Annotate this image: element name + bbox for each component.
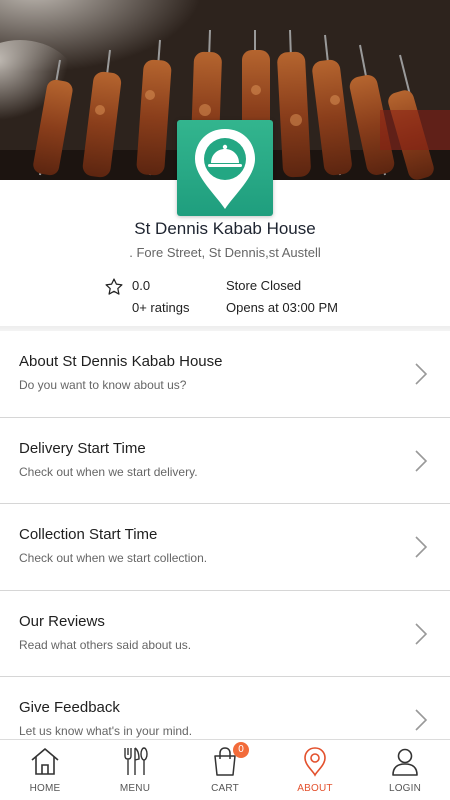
chevron-right-icon bbox=[415, 622, 428, 645]
location-pin-icon bbox=[304, 747, 326, 777]
menu-item-delivery-start-time[interactable]: Delivery Start Time Check out when we st… bbox=[0, 417, 450, 504]
rating-value: 0.0 bbox=[132, 278, 151, 293]
cloche-icon bbox=[195, 129, 255, 209]
chevron-right-icon bbox=[415, 536, 428, 558]
menu-item-title: About St Dennis Kabab House bbox=[19, 353, 223, 370]
bottom-tab-bar: HOME MENU 0 CART ABOUT LOGIN bbox=[0, 739, 450, 800]
cart-count-badge: 0 bbox=[233, 742, 249, 758]
menu-item-subtitle: Do you want to know about us? bbox=[19, 378, 187, 392]
menu-item-our-reviews[interactable]: Our Reviews Read what others said about … bbox=[0, 590, 450, 677]
tab-login-label: LOGIN bbox=[388, 783, 422, 794]
tab-home-label: HOME bbox=[29, 783, 61, 794]
chevron-right-icon bbox=[415, 363, 428, 385]
menu-item-collection-start-time[interactable]: Collection Start Time Check out when we … bbox=[0, 504, 450, 591]
tab-home[interactable]: HOME bbox=[0, 740, 90, 800]
restaurant-logo bbox=[177, 120, 273, 216]
store-opening-time: Opens at 03:00 PM bbox=[226, 300, 339, 315]
menu-item-title: Give Feedback bbox=[19, 699, 120, 716]
tab-about-label: ABOUT bbox=[297, 783, 333, 794]
menu-item-title: Delivery Start Time bbox=[19, 439, 146, 457]
chevron-right-icon bbox=[415, 709, 428, 731]
tab-about[interactable]: ABOUT bbox=[270, 740, 360, 800]
home-icon bbox=[31, 748, 59, 775]
user-icon bbox=[392, 748, 418, 776]
menu-item-subtitle: Check out when we start delivery. bbox=[19, 464, 198, 479]
star-icon bbox=[105, 278, 123, 295]
cutlery-icon bbox=[124, 747, 148, 775]
ratings-count: 0+ ratings bbox=[132, 300, 190, 315]
chevron-right-icon bbox=[415, 449, 428, 472]
store-name: St Dennis Kabab House bbox=[134, 219, 316, 238]
tab-cart-label: CART bbox=[211, 783, 239, 794]
tab-menu[interactable]: MENU bbox=[90, 740, 180, 800]
menu-item-about[interactable]: About St Dennis Kabab House Do you want … bbox=[0, 331, 450, 418]
tab-login[interactable]: LOGIN bbox=[360, 740, 450, 800]
menu-item-subtitle: Let us know what's in your mind. bbox=[19, 724, 193, 738]
store-status: Store Closed bbox=[226, 278, 302, 293]
tab-cart[interactable]: 0 CART bbox=[180, 740, 270, 800]
menu-item-subtitle: Read what others said about us. bbox=[19, 637, 192, 652]
store-stats: 0.0 0+ ratings Store Closed Opens at 03:… bbox=[0, 277, 450, 321]
about-menu-list: About St Dennis Kabab House Do you want … bbox=[0, 331, 450, 764]
menu-item-title: Collection Start Time bbox=[19, 526, 158, 543]
menu-item-subtitle: Check out when we start collection. bbox=[19, 551, 208, 565]
store-address: . Fore Street, St Dennis,st Austell bbox=[129, 245, 321, 260]
tab-menu-label: MENU bbox=[119, 783, 151, 794]
menu-item-title: Our Reviews bbox=[19, 612, 105, 630]
